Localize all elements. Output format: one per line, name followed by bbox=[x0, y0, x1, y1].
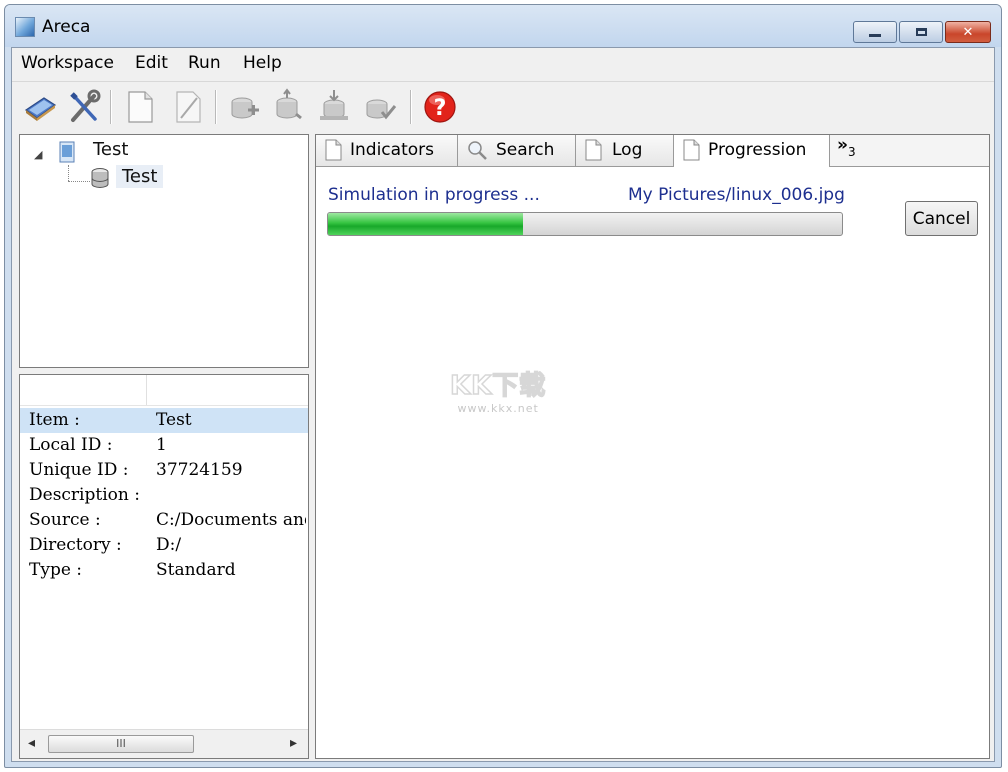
property-key: Directory : bbox=[29, 535, 122, 555]
app-icon bbox=[15, 17, 35, 37]
help-icon[interactable]: ? bbox=[422, 88, 458, 126]
document-icon bbox=[585, 139, 602, 161]
property-value: Standard bbox=[156, 560, 236, 580]
menu-edit[interactable]: Edit bbox=[135, 53, 168, 73]
property-row[interactable]: Item : Test bbox=[20, 408, 308, 433]
tools-icon[interactable] bbox=[66, 88, 102, 126]
title-bar[interactable]: Areca ✕ bbox=[5, 5, 1001, 47]
property-value: 37724159 bbox=[156, 460, 243, 480]
tab-label: Indicators bbox=[350, 140, 434, 160]
maximize-icon bbox=[915, 28, 927, 36]
tab-label: Search bbox=[496, 140, 555, 160]
merge-icon[interactable] bbox=[270, 88, 306, 126]
progress-status: Simulation in progress ... bbox=[328, 185, 540, 205]
property-key: Type : bbox=[29, 560, 83, 580]
tab-search[interactable]: Search bbox=[458, 135, 576, 166]
tab-label: Progression bbox=[708, 140, 807, 160]
property-key: Local ID : bbox=[29, 435, 113, 455]
document-icon bbox=[325, 139, 342, 161]
overflow-count: 3 bbox=[847, 145, 856, 159]
property-value: D:/ bbox=[156, 535, 182, 555]
tree-root-label[interactable]: Test bbox=[93, 139, 128, 160]
menu-run[interactable]: Run bbox=[188, 53, 221, 73]
minimize-icon bbox=[869, 33, 881, 37]
property-key: Item : bbox=[29, 410, 80, 430]
database-icon bbox=[91, 168, 109, 188]
property-row[interactable]: Type : Standard bbox=[20, 558, 308, 583]
tab-bar: Indicators Search Log Progression »3 bbox=[316, 135, 989, 167]
main-frame: Workspace Edit Run Help ? ◢ Test Test It… bbox=[11, 47, 995, 762]
main-panel: Indicators Search Log Progression »3 Sim… bbox=[315, 134, 990, 759]
property-key: Description : bbox=[29, 485, 140, 505]
property-key: Source : bbox=[29, 510, 101, 530]
cancel-button[interactable]: Cancel bbox=[905, 201, 978, 236]
tree-expand-icon[interactable]: ◢ bbox=[34, 148, 42, 161]
document-icon bbox=[683, 139, 700, 161]
property-value: Test bbox=[156, 410, 192, 430]
recover-icon[interactable] bbox=[316, 88, 352, 126]
overflow-chevron-icon: » bbox=[837, 135, 848, 155]
close-button[interactable]: ✕ bbox=[945, 21, 991, 43]
menu-help[interactable]: Help bbox=[243, 53, 282, 73]
property-row[interactable]: Description : bbox=[20, 483, 308, 508]
scroll-left-icon[interactable]: ◂ bbox=[28, 735, 35, 751]
property-row[interactable]: Unique ID : 37724159 bbox=[20, 458, 308, 483]
toolbar: ? bbox=[12, 81, 994, 132]
tab-progression[interactable]: Progression bbox=[674, 135, 830, 167]
property-row[interactable]: Local ID : 1 bbox=[20, 433, 308, 458]
magnifier-icon bbox=[468, 141, 487, 160]
menu-workspace[interactable]: Workspace bbox=[21, 53, 114, 73]
property-value: 1 bbox=[156, 435, 167, 455]
tree-child-label[interactable]: Test bbox=[116, 165, 164, 188]
new-document-icon[interactable] bbox=[122, 88, 158, 126]
workspace-tree: ◢ Test Test bbox=[19, 134, 309, 368]
maximize-button[interactable] bbox=[899, 21, 943, 43]
scroll-right-icon[interactable]: ▸ bbox=[290, 735, 297, 751]
property-row[interactable]: Directory : D:/ bbox=[20, 533, 308, 558]
svg-text:?: ? bbox=[434, 96, 447, 121]
scrollbar-thumb[interactable]: III bbox=[48, 735, 194, 753]
workspace-icon[interactable] bbox=[22, 88, 58, 126]
menu-bar: Workspace Edit Run Help bbox=[12, 48, 994, 80]
tab-indicators[interactable]: Indicators bbox=[316, 135, 458, 166]
app-window: Areca ✕ Workspace Edit Run Help ? ◢ Test… bbox=[4, 4, 1002, 768]
tab-label: Log bbox=[612, 140, 643, 160]
property-value: C:/Documents and bbox=[156, 510, 306, 530]
backup-icon[interactable] bbox=[226, 88, 262, 126]
watermark: KK下载 www.kkx.net bbox=[449, 365, 547, 415]
progress-fill bbox=[328, 213, 524, 235]
properties-header bbox=[20, 375, 308, 406]
tab-log[interactable]: Log bbox=[576, 135, 674, 166]
watermark-logo: KK下载 bbox=[449, 370, 547, 402]
horizontal-scrollbar[interactable]: ◂ III ▸ bbox=[20, 729, 308, 758]
current-file: My Pictures/linux_006.jpg bbox=[628, 185, 845, 205]
target-group-icon bbox=[59, 141, 75, 163]
progress-bar bbox=[327, 212, 843, 236]
properties-panel: Item : Test Local ID : 1 Unique ID : 377… bbox=[19, 374, 309, 759]
tabs-overflow-button[interactable]: »3 bbox=[837, 135, 856, 159]
property-key: Unique ID : bbox=[29, 460, 129, 480]
edit-icon[interactable] bbox=[170, 88, 206, 126]
close-icon: ✕ bbox=[962, 24, 974, 40]
property-row[interactable]: Source : C:/Documents and bbox=[20, 508, 308, 533]
watermark-url: www.kkx.net bbox=[457, 402, 539, 415]
window-title: Areca bbox=[42, 17, 91, 37]
check-archive-icon[interactable] bbox=[362, 88, 398, 126]
minimize-button[interactable] bbox=[853, 21, 897, 43]
